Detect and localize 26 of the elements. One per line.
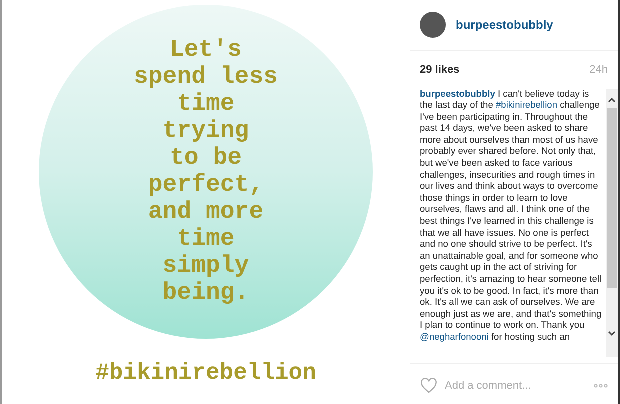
post-time: 24h xyxy=(590,63,608,78)
avatar[interactable] xyxy=(420,12,446,38)
quote-line: being. xyxy=(162,280,250,307)
likes-count: 29 likes xyxy=(420,63,460,78)
mention-link[interactable]: @negharfonooni xyxy=(420,332,489,342)
caption-text: burpeestobubbly I can't believe today is the last day of the #bikinirebellion challenge I've been participating in. Throughout the past 14 days, we've been asked to share more about ourselves than most of us have probably ever shared before. Not only that, but we've been asked to face various challenges, insecurities and rough times in our lives and think about ways to overcome those things in order to learn to love ourselves, flaws and all. I think one of the best things I've learned in this challenge is that we all have issues. No one is perfect and no one should strive to be perfect. It's an unattainable goal, and for someone who gets caught up in the act of striving for perfection, it's amazing to hear someone tell you it's ok to be good. In fact, it's more than ok. It's all we can ask of ourselves. We are enough just as we are, and that's something I plan to continue to work on. Thank you @negharfonooni for hosting such an xyxy=(420,88,602,344)
quote-line: perfect, xyxy=(148,172,264,199)
quote-line: time xyxy=(177,226,235,253)
hashtag-link[interactable]: #bikinirebellion xyxy=(496,100,558,110)
username-link[interactable]: burpeestobubbly xyxy=(420,88,496,98)
scrollbar[interactable] xyxy=(606,88,618,356)
comment-field[interactable]: Add a comment... xyxy=(445,378,587,394)
quote-line: to be xyxy=(170,145,242,172)
scrollbar-thumb[interactable] xyxy=(607,108,617,288)
more-options-icon[interactable] xyxy=(594,384,608,388)
quote-line: spend less xyxy=(134,64,278,91)
heart-icon[interactable] xyxy=(420,378,438,394)
quote-line: trying xyxy=(162,118,250,145)
scroll-down-icon xyxy=(608,330,616,336)
quote-line: time xyxy=(177,91,235,118)
quote-line: and more xyxy=(148,199,264,226)
scroll-up-icon xyxy=(608,96,616,102)
username-link[interactable]: burpeestobubbly xyxy=(456,16,554,34)
quote-line: Let's xyxy=(170,37,242,64)
quote-line: simply xyxy=(162,253,250,280)
hashtag-text: #bikinirebellion xyxy=(96,359,316,388)
